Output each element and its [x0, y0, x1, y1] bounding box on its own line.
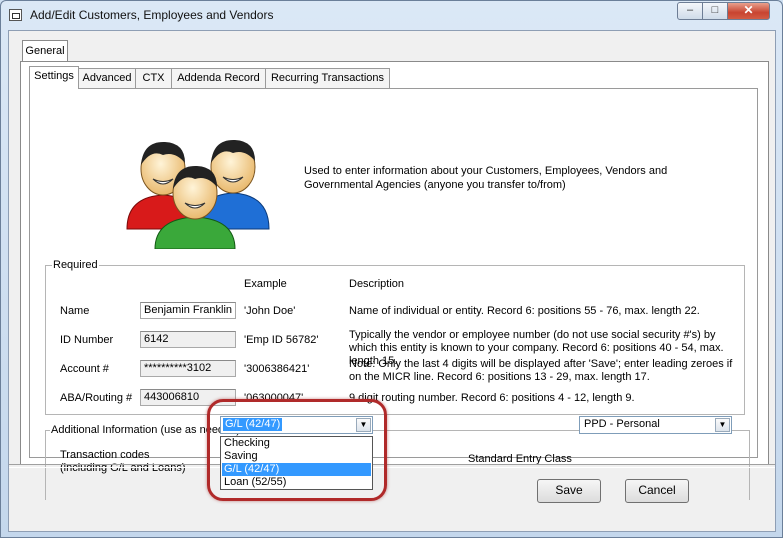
transaction-codes-dropdown: Checking Saving G/L (42/47) Loan (52/55) — [220, 436, 373, 490]
client-area: General Settings Advanced CTX Addenda Re… — [8, 30, 776, 532]
sec-select[interactable]: PPD - Personal ▼ — [579, 416, 732, 434]
account-example: '3006386421' — [244, 363, 310, 375]
transaction-codes-select[interactable]: G/L (42/47) ▼ — [220, 416, 373, 434]
tab-general[interactable]: General — [22, 40, 68, 62]
option-checking[interactable]: Checking — [222, 437, 371, 450]
cancel-button[interactable]: Cancel — [625, 479, 689, 503]
sec-value: PPD - Personal — [584, 418, 660, 430]
id-number-input[interactable]: 6142 — [140, 331, 236, 348]
id-number-example: 'Emp ID 56782' — [244, 334, 319, 346]
save-button[interactable]: Save — [537, 479, 601, 503]
close-button[interactable]: ✕ — [727, 2, 770, 20]
tab-ctx[interactable]: CTX — [135, 68, 172, 88]
chevron-down-icon[interactable]: ▼ — [715, 418, 730, 432]
separator — [9, 464, 775, 468]
id-number-label: ID Number — [60, 334, 114, 346]
aba-routing-example: '063000047' — [244, 392, 304, 404]
description-header: Description — [349, 278, 405, 290]
window-title: Add/Edit Customers, Employees and Vendor… — [30, 8, 274, 22]
tab-addenda-record[interactable]: Addenda Record — [171, 68, 266, 88]
additional-legend: Additional Information (use as needed) — [50, 424, 241, 436]
account-description: Note: Only the last 4 digits will be dis… — [349, 358, 733, 383]
option-saving[interactable]: Saving — [222, 450, 371, 463]
tab-recurring-transactions[interactable]: Recurring Transactions — [265, 68, 390, 88]
option-loan[interactable]: Loan (52/55) — [222, 476, 371, 489]
required-legend: Required — [52, 259, 99, 271]
name-input[interactable]: Benjamin Franklin — [140, 302, 236, 319]
name-example: 'John Doe' — [244, 305, 296, 317]
aba-routing-description: 9 digit routing number. Record 6: positi… — [349, 392, 635, 404]
option-gl[interactable]: G/L (42/47) — [222, 463, 371, 476]
minimize-button[interactable]: – — [677, 2, 703, 20]
intro-text: Used to enter information about your Cus… — [304, 165, 668, 191]
aba-routing-label: ABA/Routing # — [60, 392, 133, 404]
chevron-down-icon[interactable]: ▼ — [356, 418, 371, 432]
settings-panel: Used to enter information about your Cus… — [29, 88, 758, 500]
users-icon — [126, 139, 270, 249]
app-icon — [9, 9, 22, 21]
tab-advanced[interactable]: Advanced — [78, 68, 136, 88]
general-panel: Settings Advanced CTX Addenda Record Rec… — [20, 61, 769, 500]
name-description: Name of individual or entity. Record 6: … — [349, 305, 700, 317]
required-group: Required Example Description Name Benjam… — [45, 259, 745, 415]
account-input[interactable]: **********3102 — [140, 360, 236, 377]
transaction-codes-value: G/L (42/47) — [223, 418, 283, 431]
title-bar[interactable]: Add/Edit Customers, Employees and Vendor… — [1, 1, 782, 29]
maximize-button[interactable]: □ — [702, 2, 728, 20]
account-label: Account # — [60, 363, 109, 375]
window: Add/Edit Customers, Employees and Vendor… — [0, 0, 783, 538]
example-header: Example — [244, 278, 287, 290]
name-label: Name — [60, 305, 90, 317]
tab-settings[interactable]: Settings — [29, 66, 79, 89]
aba-routing-input[interactable]: 443006810 — [140, 389, 236, 406]
transaction-codes-label: Transaction codes (including G/L and Loa… — [60, 449, 186, 474]
